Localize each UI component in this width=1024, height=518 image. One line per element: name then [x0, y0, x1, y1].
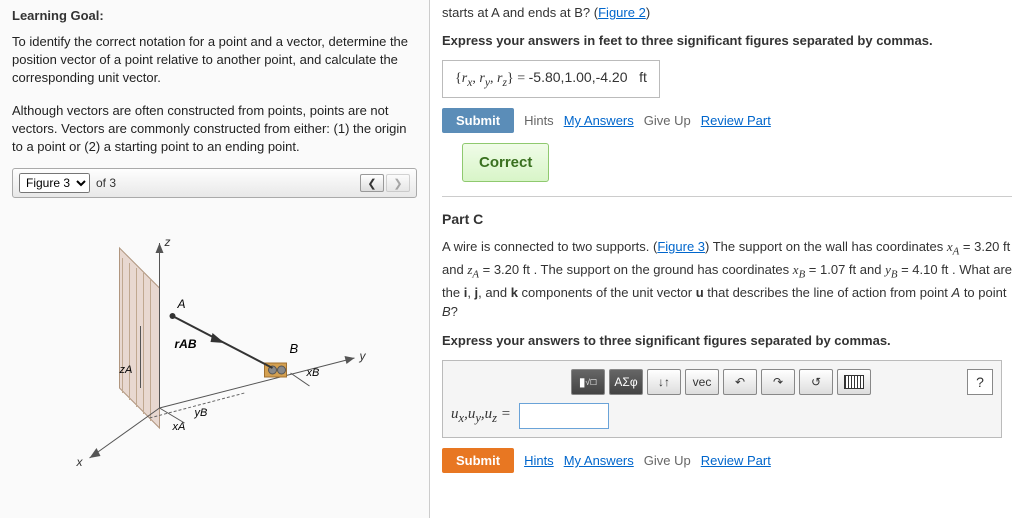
figure-of-text: of 3 [96, 176, 116, 190]
help-button[interactable]: ? [967, 369, 993, 395]
figure-3-link[interactable]: Figure 3 [657, 239, 705, 254]
svg-text:x: x [76, 455, 84, 468]
part-c-header: Part C [442, 211, 1012, 227]
svg-text:xB: xB [306, 367, 320, 379]
learning-goal-p2: Although vectors are often constructed f… [12, 102, 417, 157]
part-c-instruction: Express your answers to three significan… [442, 332, 1012, 350]
svg-text:B: B [290, 341, 299, 356]
figure-prev-button[interactable]: ❮ [360, 174, 384, 192]
svg-text:A: A [177, 297, 186, 311]
svg-text:rAB: rAB [175, 337, 197, 351]
my-answers-link-c[interactable]: My Answers [564, 453, 634, 468]
figure-toolbar: Figure 3 of 3 ❮ ❯ [12, 168, 417, 198]
subscript-tool-button[interactable]: ↓↑ [647, 369, 681, 395]
figure-select[interactable]: Figure 3 [19, 173, 90, 193]
template-tool-icon[interactable]: ▮√☐ [571, 369, 605, 395]
redo-button[interactable]: ↷ [761, 369, 795, 395]
part-b-answer-box: {rx, ry, rz} = -5.80,1.00,-4.20 ft [442, 60, 660, 98]
figure-image: z x y A yB B xB rAB [12, 208, 417, 468]
svg-text:y: y [359, 349, 367, 363]
separator [442, 196, 1012, 197]
hints-link-b[interactable]: Hints [524, 113, 554, 128]
figure-next-button[interactable]: ❯ [386, 174, 410, 192]
greek-tool-button[interactable]: ΑΣφ [609, 369, 643, 395]
vec-tool-button[interactable]: vec [685, 369, 719, 395]
keyboard-icon[interactable] [837, 369, 871, 395]
submit-button-b[interactable]: Submit [442, 108, 514, 133]
hints-link-c[interactable]: Hints [524, 453, 554, 468]
part-b-submit-row: Submit Hints My Answers Give Up Review P… [442, 108, 1012, 133]
part-c-submit-row: Submit Hints My Answers Give Up Review P… [442, 448, 1012, 473]
svg-text:xA: xA [172, 421, 186, 433]
my-answers-link-b[interactable]: My Answers [564, 113, 634, 128]
part-c-description: A wire is connected to two supports. (Fi… [442, 237, 1012, 322]
reset-button[interactable]: ↺ [799, 369, 833, 395]
answer-palette: ▮√☐ ΑΣφ ↓↑ vec ↶ ↷ ↺ ? ux,uy,uz = [442, 360, 1002, 438]
svg-text:z: z [164, 235, 171, 249]
answer-label-c: ux,uy,uz = [451, 406, 511, 426]
learning-goal-title: Learning Goal: [12, 8, 417, 23]
answer-input-c[interactable] [519, 403, 609, 429]
svg-text:yB: yB [194, 407, 208, 419]
correct-feedback: Correct [462, 143, 549, 182]
learning-goal-p1: To identify the correct notation for a p… [12, 33, 417, 88]
figure-2-link[interactable]: Figure 2 [598, 5, 646, 20]
give-up-link-c[interactable]: Give Up [644, 453, 691, 468]
give-up-link-b[interactable]: Give Up [644, 113, 691, 128]
review-part-link-b[interactable]: Review Part [701, 113, 771, 128]
submit-button-c[interactable]: Submit [442, 448, 514, 473]
svg-text:zA: zA [119, 364, 133, 376]
undo-button[interactable]: ↶ [723, 369, 757, 395]
part-b-intro: starts at A and ends at B? (Figure 2) [442, 4, 1012, 22]
review-part-link-c[interactable]: Review Part [701, 453, 771, 468]
part-b-instruction: Express your answers in feet to three si… [442, 32, 1012, 50]
